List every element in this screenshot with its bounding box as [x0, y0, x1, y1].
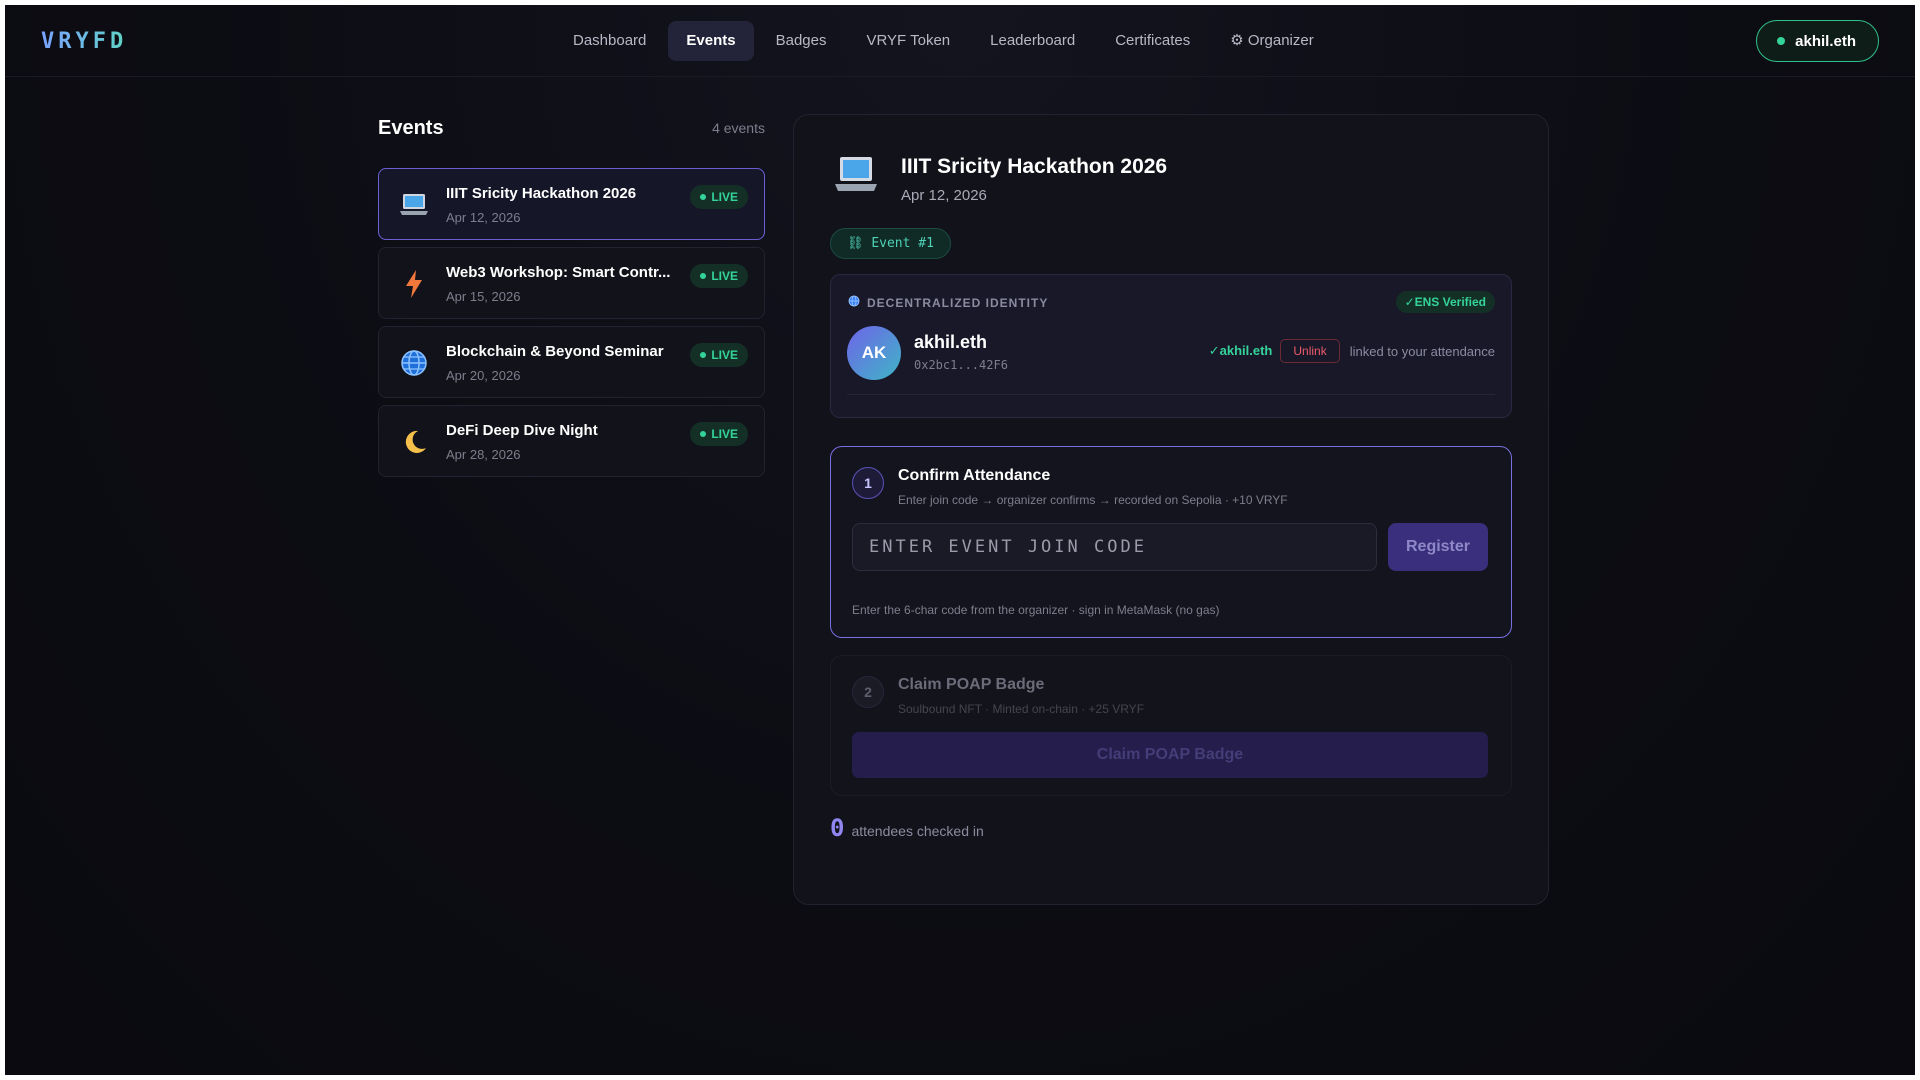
event-name: IIIT Sricity Hackathon 2026: [446, 185, 637, 202]
register-button[interactable]: Register: [1388, 523, 1488, 571]
live-label: LIVE: [711, 269, 738, 283]
join-code-input[interactable]: [852, 523, 1377, 571]
attendee-label: attendees checked in: [851, 823, 984, 839]
confirm-attendance-step: 1 Confirm Attendance Enter join code → o…: [830, 446, 1512, 638]
main-nav: Dashboard Events Badges VRYF Token Leade…: [555, 21, 1332, 61]
avatar: AK: [847, 326, 901, 380]
live-dot: [700, 194, 707, 200]
identity-section-label: DECENTRALIZED IDENTITY: [848, 295, 1048, 310]
divider: [847, 394, 1495, 395]
live-label: LIVE: [711, 190, 738, 204]
event-name: DeFi Deep Dive Night: [446, 422, 598, 439]
event-title: IIIT Sricity Hackathon 2026: [901, 155, 1168, 178]
event-name: Blockchain & Beyond Seminar: [446, 343, 664, 360]
step-title: Claim POAP Badge: [898, 676, 1045, 693]
nav-badges[interactable]: Badges: [758, 21, 845, 61]
event-date: Apr 20, 2026: [446, 368, 521, 383]
nav-events[interactable]: Events: [668, 21, 754, 61]
live-badge: LIVE: [690, 422, 748, 446]
nav-dashboard[interactable]: Dashboard: [555, 21, 664, 61]
event-detail-panel: IIIT Sricity Hackathon 2026 Apr 12, 2026…: [793, 114, 1549, 905]
events-count: 4 events: [712, 120, 765, 136]
unlink-button[interactable]: Unlink: [1280, 339, 1340, 363]
live-dot: [700, 431, 707, 437]
attendees-summary: 0 attendees checked in: [830, 814, 984, 842]
nav-vryf-token[interactable]: VRYF Token: [848, 21, 968, 61]
brand-logo[interactable]: VRYFD: [41, 29, 127, 54]
step-number: 1: [852, 467, 884, 499]
laptop-icon: [834, 155, 878, 199]
event-date: Apr 12, 2026: [901, 187, 987, 204]
moon-icon: [399, 427, 429, 457]
live-label: LIVE: [711, 427, 738, 441]
nav-organizer[interactable]: ⚙ Organizer: [1212, 21, 1331, 61]
live-badge: LIVE: [690, 264, 748, 288]
claim-poap-button[interactable]: Claim POAP Badge: [852, 732, 1488, 778]
linked-ens-row: ✓akhil.eth Unlink linked to your attenda…: [1209, 339, 1495, 363]
step-number: 2: [852, 676, 884, 708]
linked-ens-name: ✓akhil.eth: [1208, 343, 1273, 358]
event-item-blockchain-beyond[interactable]: Blockchain & Beyond Seminar Apr 20, 2026…: [378, 326, 765, 398]
event-date: Apr 28, 2026: [446, 447, 521, 462]
step-subtitle: Enter join code → organizer confirms → r…: [898, 493, 1288, 507]
live-badge: LIVE: [690, 185, 748, 209]
event-id-chip: ⛓ Event #1: [830, 228, 951, 259]
event-item-web3-workshop[interactable]: Web3 Workshop: Smart Contr... Apr 15, 20…: [378, 247, 765, 319]
top-navbar: VRYFD Dashboard Events Badges VRYF Token…: [5, 5, 1915, 77]
laptop-icon: [399, 190, 429, 220]
wallet-button[interactable]: akhil.eth: [1756, 20, 1879, 62]
lightning-icon: [399, 269, 429, 299]
live-label: LIVE: [711, 348, 738, 362]
step-title: Confirm Attendance: [898, 467, 1051, 484]
ens-verified-badge: ✓ENS Verified: [1395, 291, 1495, 313]
event-list: IIIT Sricity Hackathon 2026 Apr 12, 2026…: [378, 168, 765, 484]
linked-note: linked to your attendance: [1349, 343, 1495, 359]
app-window: VRYFD Dashboard Events Badges VRYF Token…: [5, 5, 1915, 1075]
globe-icon: [848, 295, 860, 310]
live-badge: LIVE: [690, 343, 748, 367]
live-dot: [700, 273, 707, 279]
attendee-count: 0: [830, 814, 845, 842]
wallet-address: 0x2bc1...42F6: [914, 358, 1008, 372]
step-subtitle: Soulbound NFT · Minted on-chain · +25 VR…: [898, 702, 1145, 716]
event-date: Apr 12, 2026: [446, 210, 521, 225]
globe-icon: [399, 348, 429, 378]
nav-leaderboard[interactable]: Leaderboard: [972, 21, 1093, 61]
wallet-label: akhil.eth: [1795, 32, 1856, 50]
event-item-iiit-sricity-hackathon[interactable]: IIIT Sricity Hackathon 2026 Apr 12, 2026…: [378, 168, 765, 240]
event-name: Web3 Workshop: Smart Contr...: [446, 264, 671, 281]
events-heading: Events: [378, 117, 444, 139]
decentralized-identity-card: DECENTRALIZED IDENTITY ✓ENS Verified AK …: [830, 274, 1512, 418]
event-item-defi-deep-dive[interactable]: DeFi Deep Dive Night Apr 28, 2026 LIVE: [378, 405, 765, 477]
join-code-hint: Enter the 6-char code from the organizer…: [852, 603, 1220, 617]
event-date: Apr 15, 2026: [446, 289, 521, 304]
live-dot: [700, 352, 707, 358]
ens-name: akhil.eth: [914, 332, 988, 352]
nav-certificates[interactable]: Certificates: [1097, 21, 1208, 61]
claim-poap-step: 2 Claim POAP Badge Soulbound NFT · Minte…: [830, 655, 1512, 796]
identity-label-text: DECENTRALIZED IDENTITY: [867, 295, 1049, 310]
connected-status-dot: [1777, 37, 1786, 45]
